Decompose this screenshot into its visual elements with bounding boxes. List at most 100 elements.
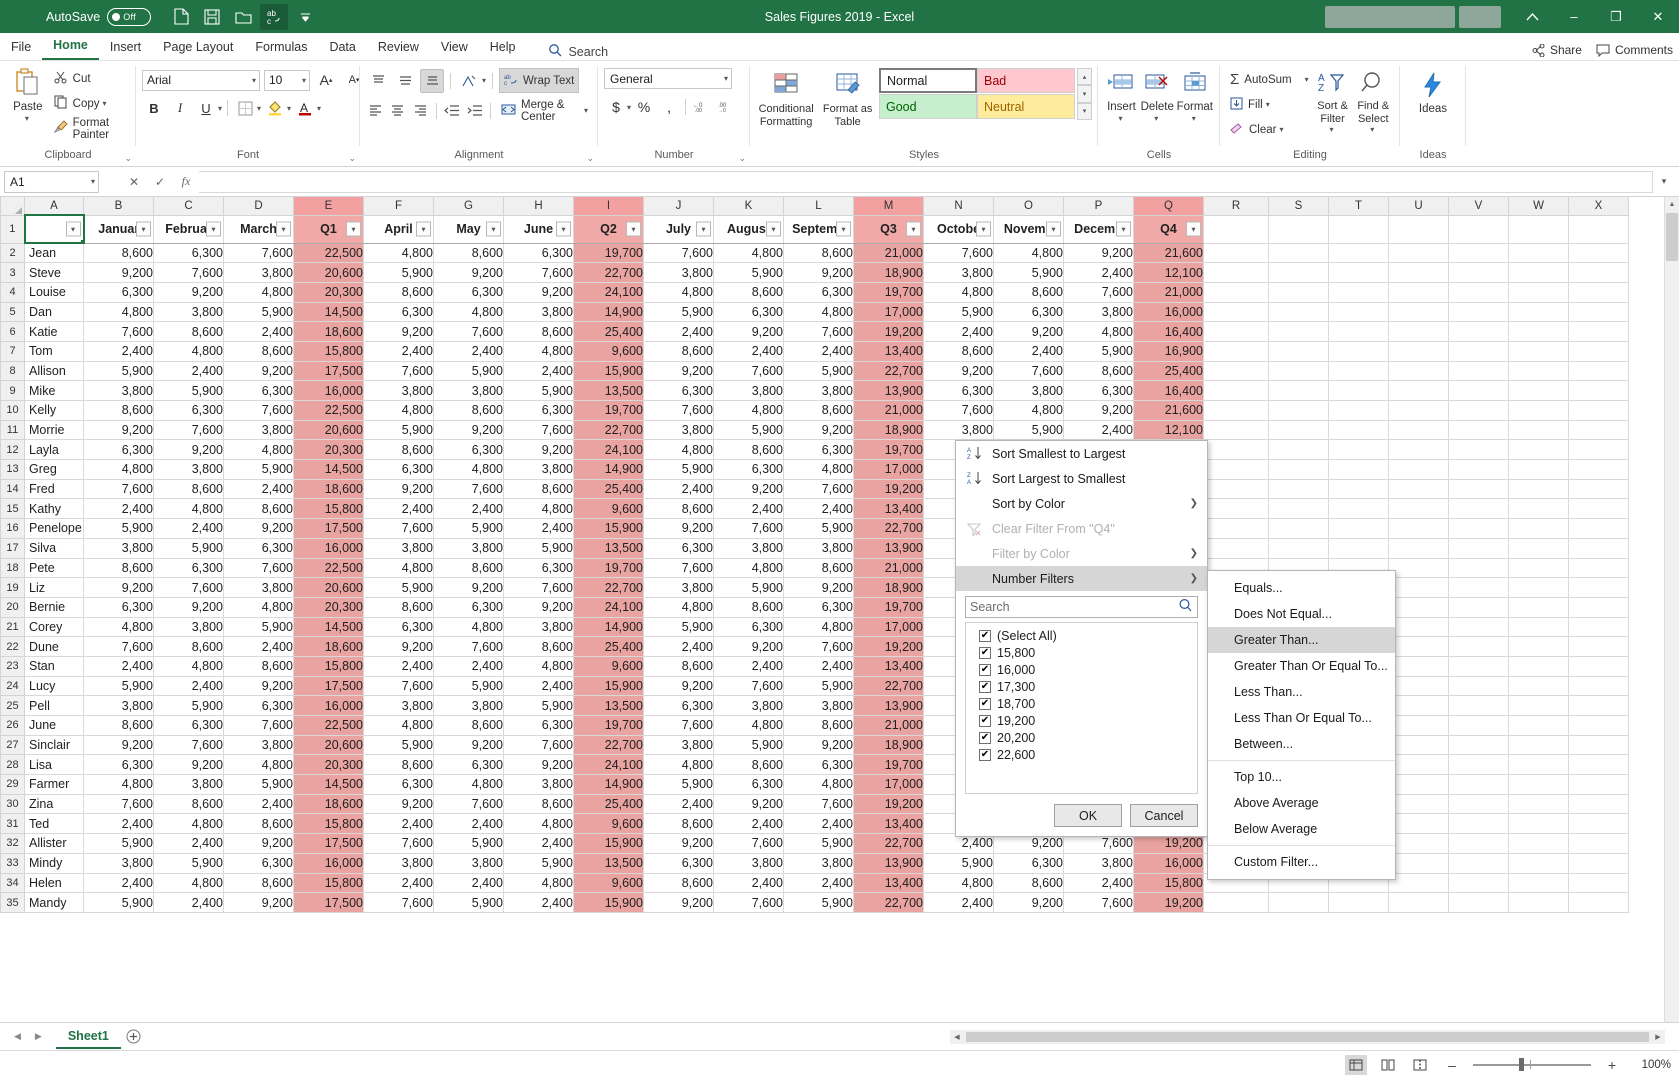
cell-May[interactable]: 7,600 [433,321,504,342]
first-sheet-icon[interactable]: ◀ [14,1031,21,1042]
cell-January[interactable]: 2,400 [83,341,154,362]
cell-July[interactable]: 9,200 [643,676,714,697]
new-file-icon[interactable] [167,4,195,30]
cell-May[interactable]: 4,800 [433,617,504,638]
cell-March[interactable]: 5,900 [223,774,294,795]
cell-Q2[interactable]: 13,500 [573,538,644,559]
cell-January[interactable]: 7,600 [83,636,154,657]
empty-cell[interactable] [1268,215,1329,244]
empty-cell[interactable] [1268,420,1329,441]
header-cell-August[interactable]: August ▾ [713,215,784,244]
cell-March[interactable]: 6,300 [223,380,294,401]
tab-help[interactable]: Help [479,36,527,60]
header-cell-July[interactable]: July ▾ [643,215,714,244]
empty-cell[interactable] [1448,400,1509,421]
empty-cell[interactable] [1448,735,1509,756]
empty-cell[interactable] [1203,479,1269,500]
cell-Q2[interactable]: 15,900 [573,676,644,697]
cell-Q3[interactable]: 17,000 [853,774,924,795]
cell-January[interactable]: 3,800 [83,538,154,559]
empty-cell[interactable] [1508,617,1569,638]
cell-Q3[interactable]: 19,700 [853,282,924,303]
cell-Q4[interactable]: 21,600 [1133,243,1204,264]
comments-button[interactable]: Comments [1596,43,1673,57]
empty-cell[interactable] [1328,380,1389,401]
cell-March[interactable]: 6,300 [223,538,294,559]
filter-cancel-button[interactable]: Cancel [1130,804,1198,827]
empty-cell[interactable] [1448,558,1509,579]
cell-April[interactable]: 8,600 [363,439,434,461]
row-head-4[interactable]: 4 [0,281,25,303]
empty-cell[interactable] [1268,498,1329,520]
cell-February[interactable]: 7,600 [153,262,224,283]
cell-July[interactable]: 5,900 [643,617,714,638]
cell-Q1[interactable]: 17,500 [293,833,364,854]
cell-January[interactable]: 4,800 [83,459,154,480]
cell-June[interactable]: 4,800 [503,498,574,520]
cell-April[interactable]: 3,800 [363,538,434,559]
empty-cell[interactable] [1448,538,1509,559]
cell-April[interactable]: 7,600 [363,892,434,913]
cell-Q3[interactable]: 17,000 [853,617,924,638]
cell-April[interactable]: 4,800 [363,558,434,579]
cell-April[interactable]: 6,300 [363,774,434,795]
empty-cell[interactable] [1448,262,1509,283]
header-cell-October[interactable]: Octobe ▾ [923,215,994,244]
empty-cell[interactable] [1508,498,1569,520]
cell-Q2[interactable]: 9,600 [573,341,644,362]
clear-button[interactable]: Clear ▾ [1226,117,1313,142]
cell-January[interactable]: 7,600 [83,794,154,815]
cell-June[interactable]: 2,400 [503,518,574,539]
increase-indent-button[interactable] [465,99,484,123]
cell-August[interactable]: 8,600 [713,282,784,303]
empty-cell[interactable] [1388,617,1449,638]
cell-February[interactable]: 3,800 [153,617,224,638]
cell-Q2[interactable]: 25,400 [573,794,644,815]
cell-name[interactable]: Kathy [24,498,84,520]
cell-June[interactable]: 5,900 [503,853,574,874]
align-middle-button[interactable] [393,69,417,93]
cell-February[interactable]: 9,200 [153,597,224,618]
col-head-W[interactable]: W [1508,197,1569,216]
cell-March[interactable]: 5,900 [223,459,294,480]
empty-cell[interactable] [1268,302,1329,323]
cell-July[interactable]: 5,900 [643,302,714,323]
row-head-22[interactable]: 22 [0,636,25,657]
cell-February[interactable]: 6,300 [153,243,224,264]
cell-Q4[interactable]: 16,400 [1133,321,1204,342]
format-painter-button[interactable]: Format Painter [50,116,130,141]
cell-February[interactable]: 2,400 [153,892,224,913]
fill-color-button[interactable] [263,96,287,120]
empty-cell[interactable] [1448,794,1509,815]
empty-cell[interactable] [1203,341,1269,362]
empty-cell[interactable] [1568,873,1629,894]
style-normal[interactable]: Normal [879,68,977,93]
col-head-A[interactable]: A [24,197,84,216]
cell-Q4[interactable]: 16,900 [1133,341,1204,362]
chevron-down-icon[interactable]: ▾ [1266,100,1270,109]
cell-Q2[interactable]: 22,700 [573,420,644,441]
vertical-scrollbar[interactable]: ▲ [1664,197,1679,1022]
cell-March[interactable]: 7,600 [223,243,294,264]
cell-March[interactable]: 5,900 [223,302,294,323]
filter-checklist-item[interactable]: ✔ (Select All) [979,627,1197,644]
cell-January[interactable]: 2,400 [83,656,154,677]
cell-January[interactable]: 8,600 [83,243,154,264]
empty-cell[interactable] [1328,518,1389,539]
grow-font-button[interactable]: A ▴ [314,68,338,92]
cell-August[interactable]: 8,600 [713,439,784,461]
menu-sort-smallest-to-largest[interactable]: AZ Sort Smallest to Largest [956,441,1207,466]
cell-August[interactable]: 7,600 [713,361,784,382]
empty-cell[interactable] [1568,243,1629,264]
empty-cell[interactable] [1203,400,1269,421]
cell-July[interactable]: 6,300 [643,853,714,874]
cell-November[interactable]: 9,200 [993,321,1064,342]
cell-Q2[interactable]: 15,900 [573,892,644,913]
cell-July[interactable]: 8,600 [643,341,714,362]
col-head-O[interactable]: O [993,197,1064,216]
cell-Q3[interactable]: 19,700 [853,597,924,618]
cell-November[interactable]: 4,800 [993,243,1064,264]
empty-cell[interactable] [1388,794,1449,815]
cell-June[interactable]: 7,600 [503,420,574,441]
cell-Q1[interactable]: 20,600 [293,420,364,441]
